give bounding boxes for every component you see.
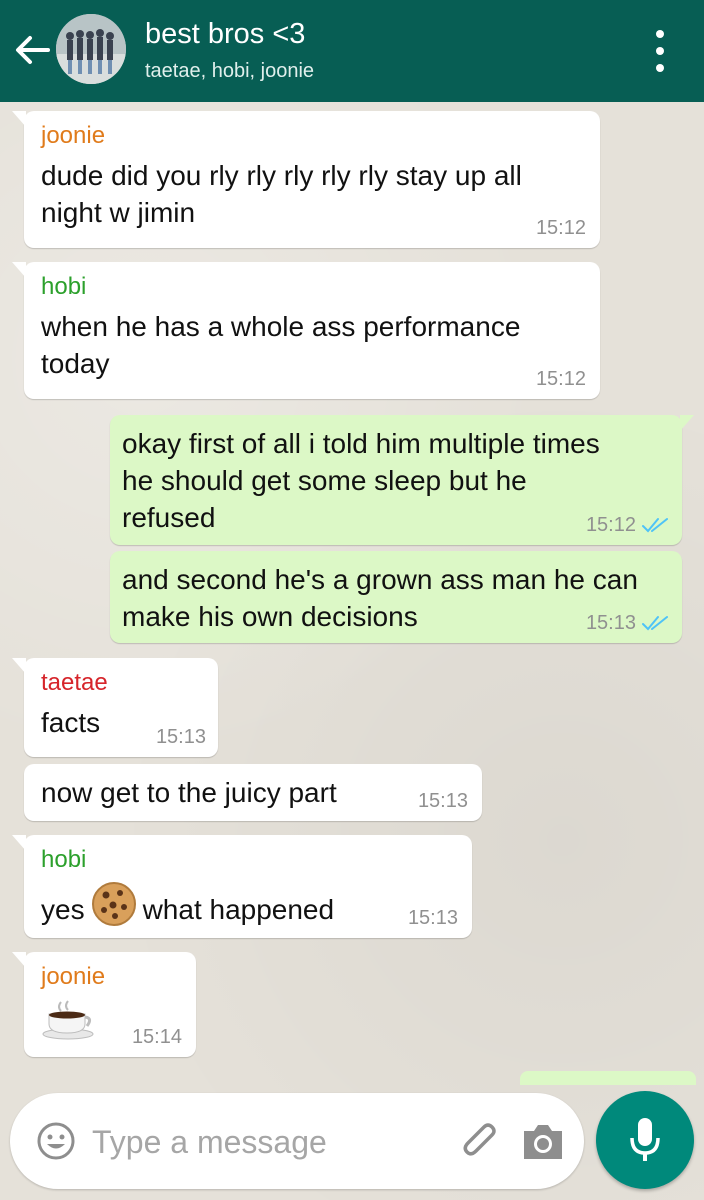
microphone-icon[interactable] bbox=[596, 1091, 694, 1189]
message-text: yes what happened bbox=[41, 881, 456, 936]
message-time: 15:13 bbox=[417, 790, 468, 812]
message-text: when he has a whole ass performance toda… bbox=[41, 311, 521, 379]
message-time: 15:14 bbox=[131, 1026, 182, 1048]
message-time: 15:12 bbox=[535, 368, 586, 390]
message-time: 15:13 bbox=[586, 611, 668, 635]
message-text: dude did you rly rly rly rly rly stay up… bbox=[41, 160, 522, 228]
overflow-menu-icon[interactable] bbox=[644, 30, 676, 72]
message-sender: hobi bbox=[41, 273, 87, 300]
back-arrow-icon[interactable] bbox=[12, 28, 52, 72]
message-sender: joonie bbox=[41, 963, 106, 990]
message-bubble[interactable]: hobi when he has a whole ass performance… bbox=[12, 262, 600, 399]
message-bubble[interactable]: joonie 15:14 bbox=[12, 952, 196, 1057]
chat-title-group[interactable]: best bros <3 taetae, hobi, joonie bbox=[145, 16, 314, 84]
message-composer bbox=[10, 1093, 584, 1189]
paperclip-icon[interactable] bbox=[456, 1119, 500, 1163]
message-sender: joonie bbox=[41, 122, 106, 149]
message-bubble[interactable]: and second he's a grown ass man he can m… bbox=[110, 551, 682, 643]
chat-members: taetae, hobi, joonie bbox=[145, 60, 315, 82]
message-bubble[interactable]: hobi yes what happened 15:13 bbox=[12, 835, 472, 938]
message-text: okay first of all i told him multiple ti… bbox=[122, 428, 600, 533]
message-bubble[interactable]: okay first of all i told him multiple ti… bbox=[110, 415, 694, 545]
message-sender: taetae bbox=[41, 669, 108, 696]
message-time: 15:13 bbox=[155, 726, 206, 748]
message-bubble-partial bbox=[520, 1071, 696, 1085]
message-bubble[interactable]: now get to the juicy part 15:13 bbox=[24, 764, 482, 821]
chat-header: best bros <3 taetae, hobi, joonie bbox=[0, 0, 704, 102]
double-check-read-icon bbox=[642, 518, 668, 533]
message-time: 15:12 bbox=[535, 217, 586, 239]
message-bubble[interactable]: joonie dude did you rly rly rly rly rly … bbox=[12, 111, 600, 248]
message-input[interactable] bbox=[90, 1117, 444, 1167]
cookie-icon bbox=[91, 881, 137, 936]
hot-beverage-icon bbox=[41, 1000, 95, 1049]
message-time: 15:13 bbox=[407, 907, 458, 929]
message-time: 15:12 bbox=[586, 513, 668, 537]
smiley-icon[interactable] bbox=[36, 1121, 76, 1161]
double-check-read-icon bbox=[642, 616, 668, 631]
message-sender: hobi bbox=[41, 846, 87, 873]
message-text: now get to the juicy part bbox=[41, 777, 337, 808]
message-bubble[interactable]: taetae facts 15:13 bbox=[12, 658, 218, 757]
message-text: and second he's a grown ass man he can m… bbox=[122, 564, 638, 632]
chat-title: best bros <3 bbox=[145, 18, 306, 50]
group-avatar[interactable] bbox=[56, 14, 126, 84]
camera-icon[interactable] bbox=[520, 1119, 566, 1163]
